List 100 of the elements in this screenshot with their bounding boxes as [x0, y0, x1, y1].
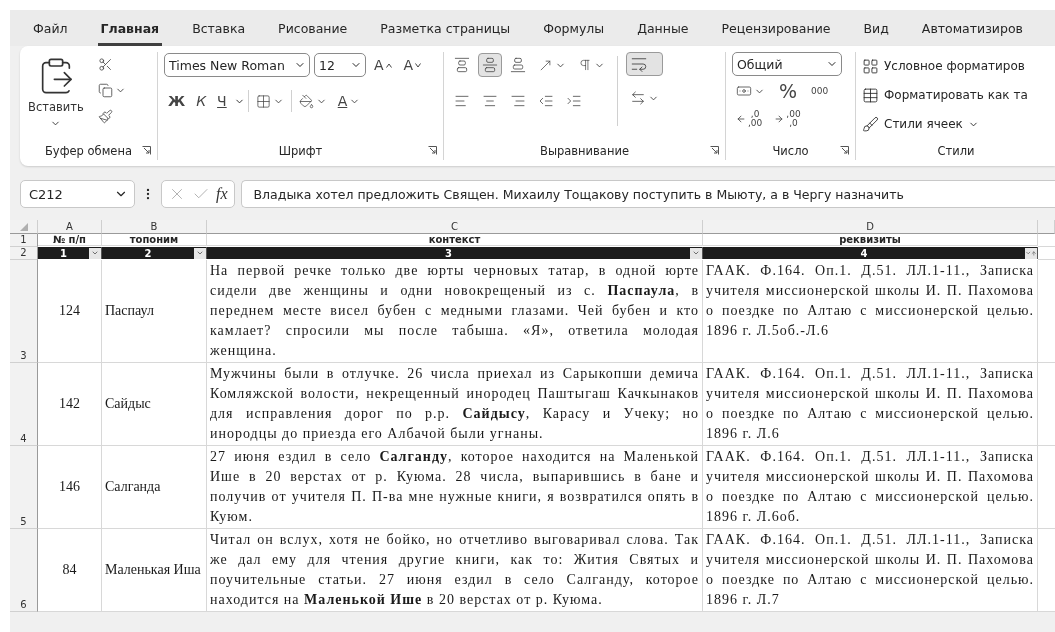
table-header-cell: контекст [207, 234, 703, 246]
ribbon-tab[interactable]: Вставка [189, 10, 249, 46]
pilcrow-icon [578, 58, 592, 72]
grid-icon [862, 57, 879, 75]
table-cell: 84 [38, 529, 102, 612]
diagonal-arrow-icon [538, 57, 553, 73]
row-header[interactable]: 5 [10, 446, 38, 529]
launcher-icon[interactable] [142, 146, 151, 155]
ribbon-tab[interactable]: Данные [634, 10, 692, 46]
group-label: Стили [937, 144, 975, 158]
launcher-icon[interactable] [840, 146, 849, 155]
column-header[interactable]: B [102, 220, 207, 234]
select-all-corner[interactable] [10, 220, 38, 234]
paint-bucket-icon [298, 93, 314, 109]
table-icon [862, 86, 879, 104]
table-cell: Маленькая Иша [102, 529, 207, 612]
filter-button[interactable] [194, 247, 206, 259]
increase-decimal-button[interactable]: ,0 ,00 [732, 107, 767, 131]
ribbon-tab[interactable]: Рисование [275, 10, 351, 46]
table-cell: Сайдыс [102, 363, 207, 446]
font-color-button[interactable]: А [333, 89, 365, 113]
row-header[interactable]: 3 [10, 260, 38, 363]
formula-field[interactable]: Владыка хотел предложить Священ. Михаилу Тощакову поступить в Мыюту, а в Чергу назначить [240, 180, 1055, 208]
number-format-field[interactable]: Общий [732, 52, 842, 76]
arrow-right-icon [774, 114, 785, 124]
ribbon-tab[interactable]: Файл [30, 10, 71, 46]
banknote-icon [736, 83, 752, 99]
table-header-cell: № п/п [38, 234, 102, 246]
group-label: Шрифт [278, 144, 323, 158]
name-box[interactable]: C212 [20, 180, 135, 208]
merge-arrows-icon [630, 90, 646, 106]
group-label: Буфер обмена [45, 144, 132, 158]
row-header[interactable]: 1 [10, 234, 38, 247]
copy-icon [97, 82, 113, 98]
percent-button[interactable]: % [775, 79, 802, 103]
align-middle-button[interactable] [478, 53, 502, 77]
sort-arrow-icon [1031, 249, 1037, 257]
table-header-cell: топоним [102, 234, 207, 246]
table-cell: ГААК. Ф.164. Оп.1. Д.51. ЛЛ.1-11., Записка учителя миссионерской школы И. П. Пахомова о поездке по Алтаю с миссионерской целью. 1896 г. Л.7 [703, 529, 1038, 612]
brush-icon [862, 115, 879, 133]
decrease-decimal-button[interactable]: ,00 ,0 [770, 107, 805, 131]
ribbon-tab[interactable]: Автоматизиров [918, 10, 1026, 46]
filter-button[interactable] [1025, 247, 1037, 259]
ribbon-tab[interactable]: Разметка страницы [377, 10, 514, 46]
ribbon-tab[interactable]: Вид [860, 10, 892, 46]
insert-function-button[interactable]: fx [216, 185, 228, 203]
table-cell: Читал он вслух, хотя не бойко, но отчетливо выговаривал слова. Так же дал ему для чтения другие книги, как то: Жития Святых и поучительные статьи. 27 июня ездил в село Салганду, которое находится на Маленькой Ише в 20 верстах от р. Куюма. [207, 529, 703, 612]
grow-font-button[interactable]: A [370, 53, 396, 77]
align-middle-icon [482, 57, 498, 73]
launcher-icon[interactable] [428, 146, 437, 155]
wrap-text-icon [630, 55, 648, 73]
table-cell: На первой речке только две юрты черновых татар, в одной юрте сидели две женщины и одни новокрещеный из с. Паспаула, в переднем месте висел бубен с медными глазами. Чей бубен и кто камлает? спросили мы после табыша. «Я», ответила молодая женщина. [207, 260, 703, 363]
caret-icon [1025, 249, 1032, 257]
bold-button[interactable]: Ж [164, 89, 190, 113]
font-size-field[interactable]: 12 [314, 53, 366, 77]
table-cell: 124 [38, 260, 102, 363]
filter-button[interactable] [89, 247, 101, 259]
conditional-formatting-button[interactable]: Условное форматиров [862, 52, 1028, 80]
caret-icon [692, 249, 700, 257]
thousands-button[interactable]: 000 [807, 79, 833, 103]
format-as-table-button[interactable]: Форматировать как та [862, 81, 1028, 109]
table-header-cell: реквизиты [703, 234, 1038, 246]
ribbon-tab[interactable]: Формулы [540, 10, 608, 46]
caret-icon [196, 249, 204, 257]
arrow-left-icon [736, 114, 746, 124]
align-bottom-icon [510, 57, 526, 73]
paste-button[interactable]: Вставить [26, 52, 86, 142]
column-header[interactable] [1038, 220, 1055, 234]
table-cell: Паспаул [102, 260, 207, 363]
table-cell: 27 июня ездил в село Салганду, которое находится на Маленькой Ише в 20 верстах от р. Куюма. 28 числа, выпарившись в бане и получив от учителя П. П-ва мне нужные книги, я возвратился опять в Куюм. [207, 446, 703, 529]
filter-button[interactable] [690, 247, 702, 259]
paintbrush-icon [97, 108, 113, 124]
column-header[interactable]: C [207, 220, 703, 234]
column-index-cell: 4 [703, 247, 1038, 259]
table-cell: ГААК. Ф.164. Оп.1. Д.51. ЛЛ.1-11., Записка учителя миссионерской школы И. П. Пахомова о поездке по Алтаю с миссионерской целью. 1896 г. Л.6 [703, 363, 1038, 446]
column-index-cell: 3 [207, 247, 703, 259]
table-cell: Мужчины были в отлучке. 26 числа приехал из Сарыкопши демича Комляжской волости, некрещенный инородец Паштыгаш Качкынаков для исправления дорог по р.р. Сайдысу, Карасу и Учеку; но инородцы до приезда его Албачой были угнаны. [207, 363, 703, 446]
caret-up-icon [385, 62, 392, 68]
cell-styles-button[interactable]: Стили ячеек [862, 110, 1028, 138]
table-cell: 146 [38, 446, 102, 529]
row-header[interactable]: 4 [10, 363, 38, 446]
column-index-cell: 2 [102, 247, 207, 259]
align-right-icon [510, 93, 526, 109]
row-header[interactable]: 2 [10, 247, 38, 260]
underline-button[interactable]: Ч [213, 89, 231, 113]
column-header[interactable]: D [703, 220, 1038, 234]
row-header[interactable]: 6 [10, 529, 38, 612]
align-left-icon [454, 93, 470, 109]
launcher-icon[interactable] [710, 146, 719, 155]
italic-button[interactable]: К [192, 89, 211, 113]
ribbon-tab[interactable]: Рецензирование [718, 10, 834, 46]
group-label: Выравнивание [540, 144, 629, 158]
increase-indent-icon [566, 93, 582, 109]
font-name-field[interactable]: Times New Roman [164, 53, 310, 77]
borders-icon [255, 93, 271, 109]
wrap-text-button[interactable] [626, 52, 663, 76]
shrink-font-button[interactable]: A [399, 53, 426, 77]
column-header[interactable]: A [38, 220, 102, 234]
table-cell: ГААК. Ф.164. Оп.1. Д.51. ЛЛ.1-11., Записка учителя миссионерской школы И. П. Пахомова о поездке по Алтаю с миссионерской целью. 1896 г. Л.5об.-Л.6 [703, 260, 1038, 363]
caret-icon [415, 62, 422, 68]
